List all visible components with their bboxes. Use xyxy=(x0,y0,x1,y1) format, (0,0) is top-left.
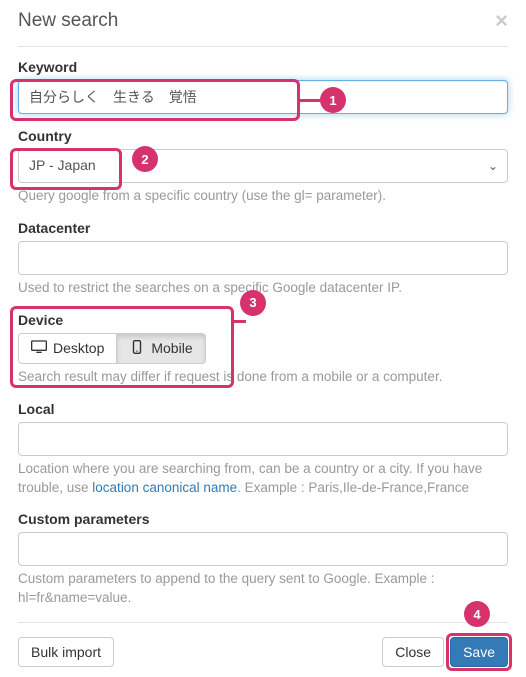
device-label: Device xyxy=(18,312,508,328)
custom-group: Custom parameters Custom parameters to a… xyxy=(18,511,508,608)
modal-header: New search × xyxy=(18,10,508,38)
custom-help: Custom parameters to append to the query… xyxy=(18,570,508,608)
keyword-group: Keyword 1 xyxy=(18,59,508,114)
custom-input[interactable] xyxy=(18,532,508,566)
country-label: Country xyxy=(18,128,508,144)
datacenter-label: Datacenter xyxy=(18,220,508,236)
device-mobile-label: Mobile xyxy=(151,340,192,356)
modal-footer: Bulk import Close Save 4 xyxy=(18,622,508,667)
local-help: Location where you are searching from, c… xyxy=(18,460,508,498)
country-group: Country JP - Japan ⌄ Query google from a… xyxy=(18,128,508,206)
modal-title: New search xyxy=(18,10,118,32)
device-toggle: Desktop Mobile xyxy=(18,333,206,364)
device-desktop-button[interactable]: Desktop xyxy=(18,333,117,364)
datacenter-help: Used to restrict the searches on a speci… xyxy=(18,279,508,298)
device-help: Search result may differ if request is d… xyxy=(18,368,508,387)
datacenter-input[interactable] xyxy=(18,241,508,275)
country-help: Query google from a specific country (us… xyxy=(18,187,508,206)
desktop-icon xyxy=(31,340,47,357)
mobile-icon xyxy=(129,340,145,357)
country-select[interactable]: JP - Japan xyxy=(18,149,508,183)
save-button[interactable]: Save xyxy=(450,637,508,667)
keyword-input[interactable] xyxy=(18,80,508,114)
footer-right: Close Save xyxy=(382,637,508,667)
close-icon[interactable]: × xyxy=(495,10,508,32)
custom-label: Custom parameters xyxy=(18,511,508,527)
local-input[interactable] xyxy=(18,422,508,456)
device-mobile-button[interactable]: Mobile xyxy=(116,333,205,364)
divider xyxy=(18,46,508,47)
country-select-wrap: JP - Japan ⌄ xyxy=(18,149,508,183)
local-help-post: . Example : Paris,Ile-de-France,France xyxy=(237,480,469,495)
device-desktop-label: Desktop xyxy=(53,340,104,356)
datacenter-group: Datacenter Used to restrict the searches… xyxy=(18,220,508,298)
local-label: Local xyxy=(18,401,508,417)
keyword-label: Keyword xyxy=(18,59,508,75)
local-group: Local Location where you are searching f… xyxy=(18,401,508,498)
device-group: Device Desktop Mobile Search result may … xyxy=(18,312,508,387)
bulk-import-button[interactable]: Bulk import xyxy=(18,637,114,667)
local-help-link[interactable]: location canonical name xyxy=(92,480,237,495)
close-button[interactable]: Close xyxy=(382,637,444,667)
